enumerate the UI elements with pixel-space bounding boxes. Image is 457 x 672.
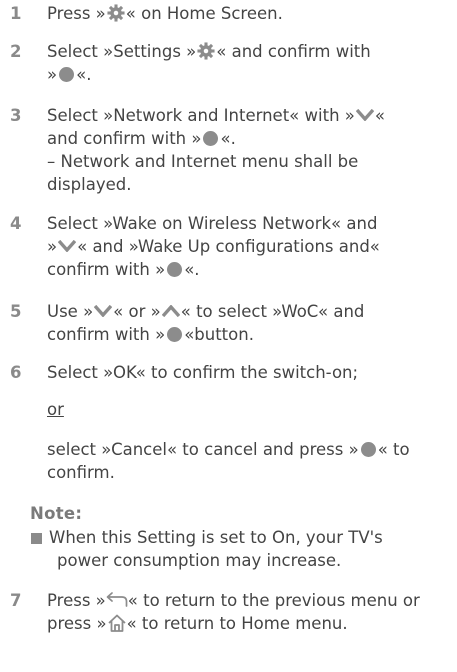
- text-line: confirm.: [47, 463, 115, 482]
- text-line: – Network and Internet menu shall be: [47, 152, 359, 171]
- note-text: When this Setting is set to On, your TV'…: [49, 526, 447, 572]
- step-number: 4: [10, 214, 22, 233]
- text-line: and confirm with » «.: [47, 129, 236, 148]
- step-text: Use » « or » « to select »WoC« and confirm …: [47, 300, 443, 346]
- chevron-up-icon: [161, 304, 180, 317]
- ok-button-icon: [360, 442, 376, 457]
- text-line: » « and »Wake Up configurations and«: [47, 237, 380, 256]
- step-number: 6: [10, 363, 22, 382]
- text-line: Press » « on Home Screen.: [47, 3, 283, 23]
- note-title: Note:: [30, 504, 83, 523]
- step-number: 5: [10, 302, 22, 321]
- text-line: Select »Network and Internet« with » «: [47, 106, 385, 125]
- cancel-instruction: select »Cancel« to cancel and press » « t…: [47, 438, 443, 484]
- text-line: Press » « to return to the previous menu …: [47, 591, 420, 610]
- ok-button-icon: [167, 262, 183, 277]
- chevron-down-icon: [94, 304, 113, 317]
- text-line: confirm with » «.: [47, 260, 200, 279]
- or-separator: or: [47, 400, 64, 419]
- step-number: 3: [10, 106, 22, 125]
- text-line: displayed.: [47, 175, 132, 194]
- step-number: 7: [10, 591, 22, 610]
- text-line: press » « to return to Home menu.: [47, 614, 348, 633]
- text-line: select »Cancel« to cancel and press » « t…: [47, 440, 410, 459]
- text-line: Select »Settings » « and confirm with: [47, 41, 371, 61]
- step-text: Press » « on Home Screen.: [47, 2, 443, 25]
- step-text: Press » « to return to the previous menu …: [47, 589, 443, 635]
- gear-icon: [107, 3, 125, 22]
- step-text: Select »Network and Internet« with » « and…: [47, 104, 443, 196]
- step-number: 2: [10, 42, 22, 61]
- chevron-down-icon: [58, 239, 77, 252]
- text-line: Select »OK« to confirm the switch-on;: [47, 363, 359, 382]
- text-line: » «.: [47, 65, 92, 84]
- text-line: confirm with » «button.: [47, 325, 254, 344]
- step-text: Select »Settings » « and confirm with » «.: [47, 40, 443, 86]
- gear-icon: [197, 41, 215, 60]
- ok-button-icon: [59, 67, 75, 82]
- home-icon: [107, 614, 126, 632]
- ok-button-icon: [167, 327, 183, 342]
- ok-button-icon: [203, 131, 219, 146]
- chevron-down-icon: [355, 108, 374, 121]
- step-number: 1: [10, 4, 22, 23]
- back-arrow-icon: [106, 591, 128, 607]
- text-line: Select »Wake on Wireless Network« and: [47, 214, 378, 233]
- step-text: Select »Wake on Wireless Network« and » « …: [47, 212, 443, 281]
- text-line: Use » « or » « to select »WoC« and: [47, 302, 365, 321]
- step-text: Select »OK« to confirm the switch-on;: [47, 361, 443, 384]
- note-line: When this Setting is set to On, your TV'…: [49, 528, 383, 547]
- bullet-square-icon: [31, 533, 42, 544]
- note-line: power consumption may increase.: [57, 551, 342, 570]
- manual-page: 1 Press » « on Home Screen. 2 Select »Set…: [0, 0, 457, 672]
